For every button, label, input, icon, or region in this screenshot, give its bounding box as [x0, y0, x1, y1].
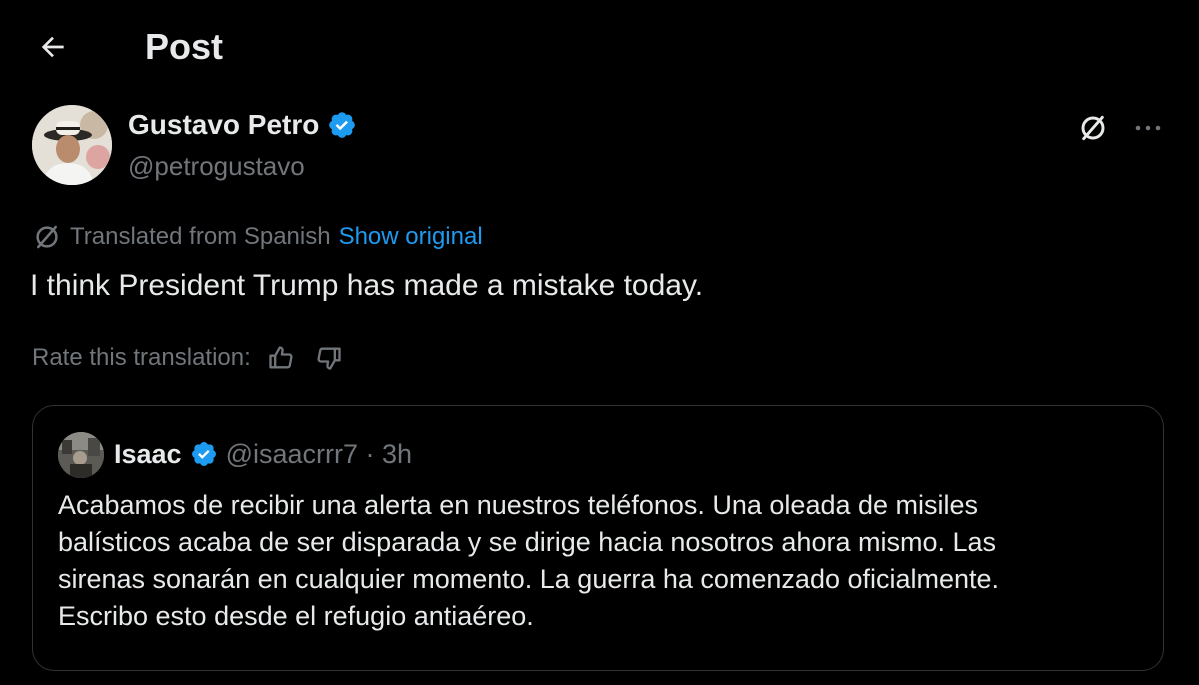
more-horizontal-icon [1135, 125, 1161, 131]
quote-text: Acabamos de recibir una alerta en nuestr… [58, 487, 1148, 635]
thumbs-down-icon [317, 347, 341, 370]
quote-text-line: balísticos acaba de ser disparada y se d… [58, 527, 996, 557]
quote-text-line: sirenas sonarán en cualquier momento. La… [58, 564, 1000, 594]
quote-header: Isaac @isaacrrr7 · 3h [114, 437, 412, 471]
quote-avatar[interactable] [58, 432, 104, 478]
quote-text-line: Escribo esto desde el refugio antiaéreo. [58, 601, 534, 631]
page-title: Post [145, 26, 224, 67]
show-original-link[interactable]: Show original [339, 222, 483, 252]
rate-translation: Rate this translation: [32, 342, 347, 374]
rate-label: Rate this translation: [32, 344, 251, 371]
translate-icon [36, 225, 58, 249]
thumbs-up-button[interactable] [263, 342, 299, 374]
back-button[interactable] [30, 24, 76, 70]
tweet-text: I think President Trump has made a mista… [30, 269, 704, 302]
quote-handle-time[interactable]: @isaacrrr7 · 3h [226, 437, 412, 471]
thumbs-up-icon [269, 346, 293, 369]
translate-icon [1081, 115, 1105, 141]
author-name-text: Gustavo Petro [128, 109, 320, 140]
thumbs-down-button[interactable] [311, 342, 347, 374]
quote-text-line: Acabamos de recibir una alerta en nuestr… [58, 490, 979, 520]
avatar-image [32, 105, 112, 185]
quote-author-name[interactable]: Isaac [114, 437, 182, 471]
author-name[interactable]: Gustavo Petro [128, 108, 357, 142]
translate-button[interactable] [1075, 110, 1111, 146]
translation-info: Translated from Spanish Show original [32, 222, 483, 252]
verified-badge-icon [191, 442, 216, 466]
avatar[interactable] [32, 105, 112, 185]
quote-avatar-image [58, 432, 104, 478]
translated-label: Translated from Spanish [70, 223, 331, 250]
verified-badge-icon [329, 112, 356, 138]
more-options-button[interactable] [1128, 110, 1168, 146]
arrow-left-icon [41, 36, 64, 58]
author-handle[interactable]: @petrogustavo [128, 150, 305, 182]
